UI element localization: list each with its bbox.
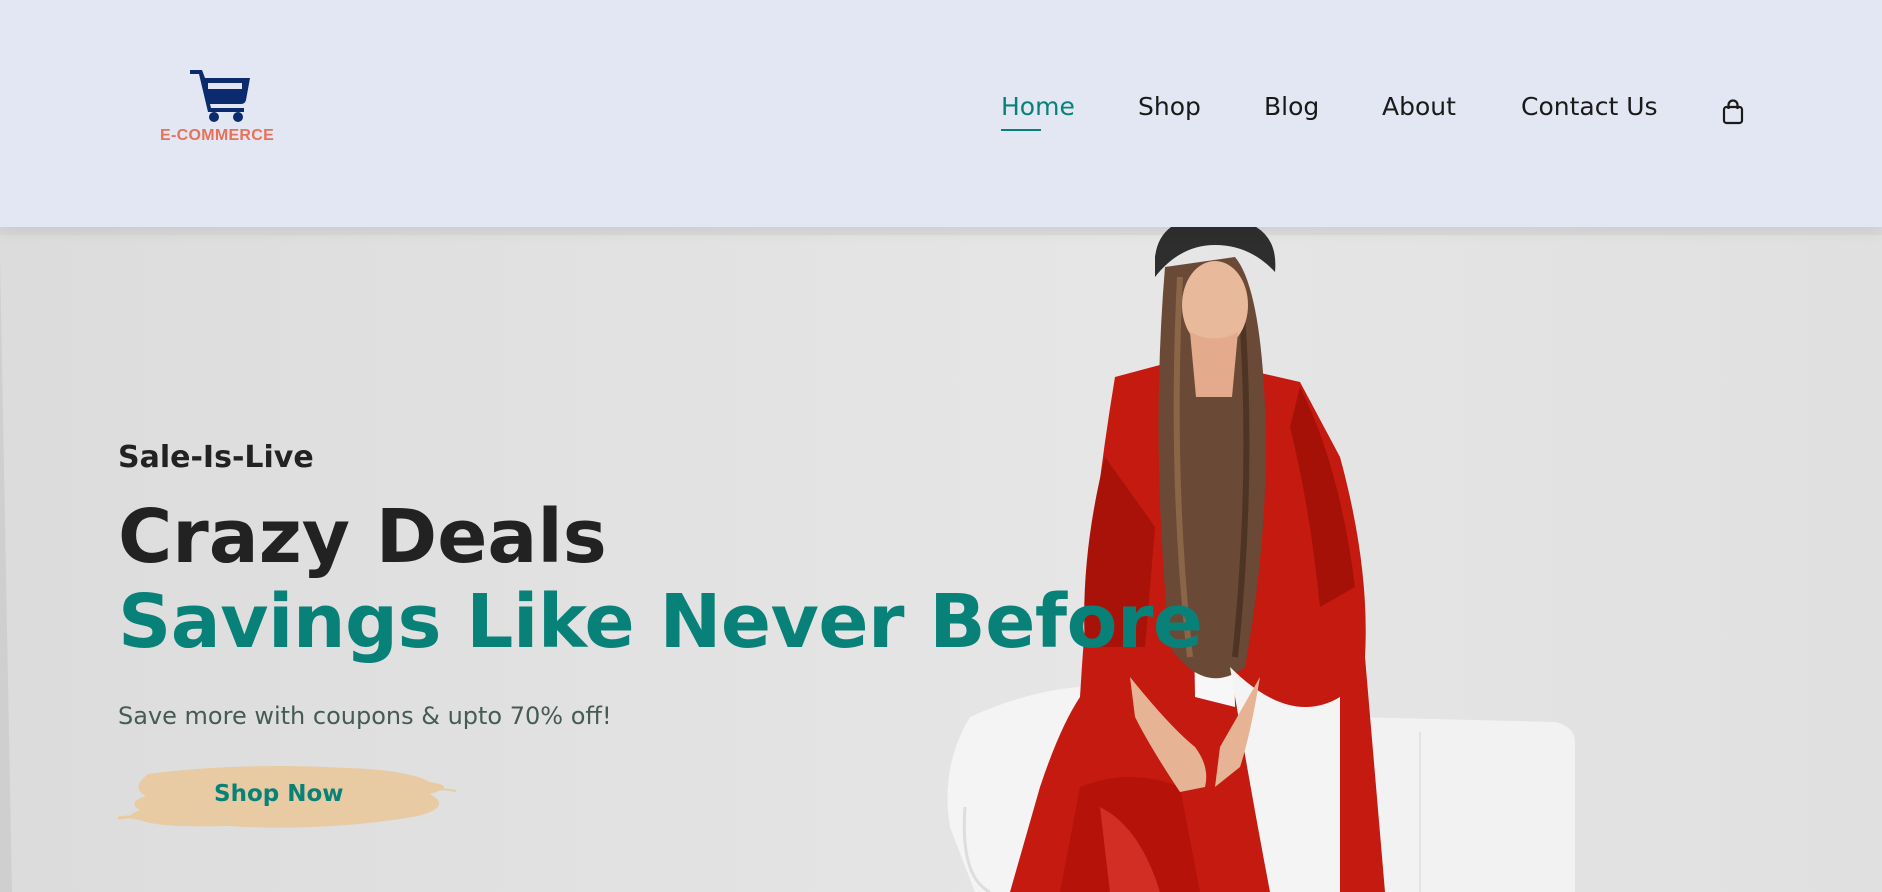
brand-logo[interactable]: E-COMMERCE	[158, 64, 288, 148]
nav-item-about[interactable]: About	[1382, 92, 1456, 121]
sale-eyebrow: Sale-Is-Live	[118, 440, 314, 475]
shopping-bag-icon[interactable]	[1720, 98, 1746, 126]
hero-headline: Crazy Deals	[118, 494, 607, 580]
hero-banner: Sale-Is-Live Crazy Deals Savings Like Ne…	[0, 227, 1882, 892]
shopping-cart-icon	[190, 70, 250, 122]
hero-subheadline: Savings Like Never Before	[118, 579, 1203, 665]
shop-now-button[interactable]: Shop Now	[118, 762, 463, 834]
nav-item-shop[interactable]: Shop	[1138, 92, 1201, 121]
hero-description: Save more with coupons & upto 70% off!	[118, 702, 612, 730]
site-header: E-COMMERCE Home Shop Blog About Contact …	[0, 0, 1882, 227]
nav-item-home[interactable]: Home	[1001, 92, 1075, 131]
nav-item-blog[interactable]: Blog	[1264, 92, 1319, 121]
logo-text: E-COMMERCE	[160, 127, 275, 144]
nav-item-contact-us[interactable]: Contact Us	[1521, 92, 1658, 121]
shop-now-label: Shop Now	[214, 781, 344, 807]
